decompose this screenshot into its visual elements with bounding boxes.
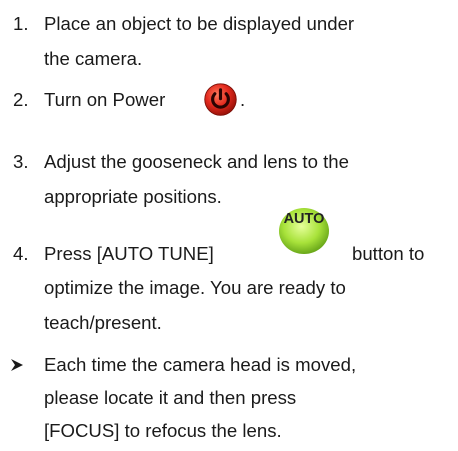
step-text: Place an object to be displayed under [44,13,355,34]
step-4-continued: optimize the image. You are ready to [0,268,458,308]
note-continued: [FOCUS] to refocus the lens. [0,411,458,451]
step-1-continued: the camera. [0,39,458,79]
instruction-list: 1. Place an object to be displayed under… [0,0,458,449]
step-text: teach/present. [44,312,162,333]
step-1: 1. Place an object to be displayed under [0,4,458,44]
auto-icon-label: AUTO [284,211,325,227]
arrow-bullet-icon [11,359,23,371]
step-3-continued: appropriate positions. [0,177,458,217]
step-text-period: . [240,89,246,110]
step-number: 1. [13,13,29,34]
note-text: [FOCUS] to refocus the lens. [44,420,282,441]
step-3: 3. Adjust the gooseneck and lens to the [0,142,458,182]
step-2: 2. Turn on Power . [0,80,458,120]
step-text: optimize the image. You are ready to [44,277,346,298]
step-text: the camera. [44,48,143,69]
step-text: Adjust the gooseneck and lens to the [44,151,349,172]
step-number: 3. [13,151,29,172]
step-text: appropriate positions. [44,186,222,207]
step-number: 2. [13,89,29,110]
power-button-icon [204,83,237,116]
step-text: Turn on Power [44,89,166,110]
auto-tune-button-icon: AUTO [279,208,329,254]
step-4-continued: teach/present. [0,303,458,343]
